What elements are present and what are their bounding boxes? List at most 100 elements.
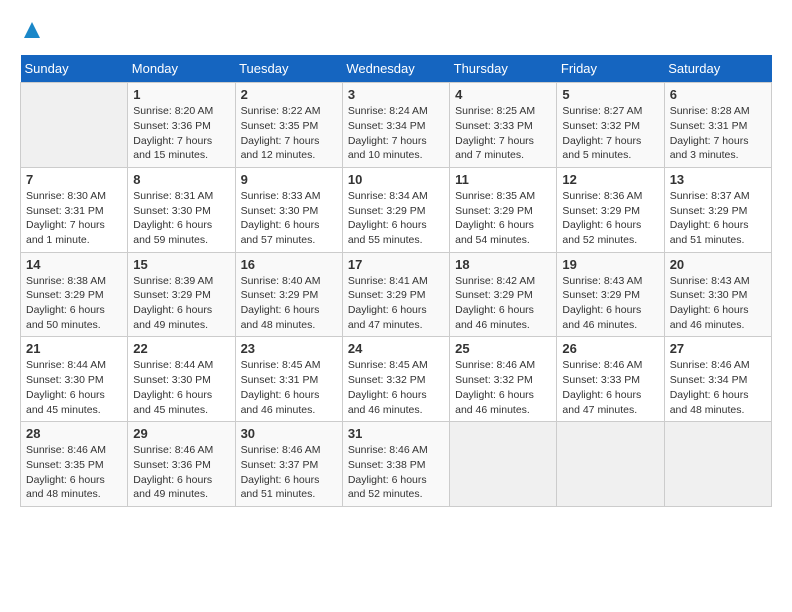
calendar-cell: 8Sunrise: 8:31 AM Sunset: 3:30 PM Daylig…: [128, 167, 235, 252]
calendar-cell: [664, 422, 771, 507]
column-header-sunday: Sunday: [21, 55, 128, 83]
day-number: 21: [26, 341, 122, 356]
calendar-week-4: 21 Sunrise: 8:44 AM Sunset: 3:30 PM Dayli…: [21, 337, 772, 422]
calendar-cell: 15Sunrise: 8:39 AM Sunset: 3:29 PM Dayli…: [128, 252, 235, 337]
calendar-cell: 2Sunrise: 8:22 AM Sunset: 3:35 PM Daylig…: [235, 83, 342, 168]
calendar-cell: 30Sunrise: 8:46 AM Sunset: 3:37 PM Dayli…: [235, 422, 342, 507]
day-info: Sunrise: 8:38 AM Sunset: 3:29 PM Dayligh…: [26, 274, 122, 333]
calendar-cell: 29 Sunrise: 8:46 AM Sunset: 3:36 PM Dayli…: [128, 422, 235, 507]
day-number: 28: [26, 426, 122, 441]
day-info: Sunrise: 8:36 AM Sunset: 3:29 PM Dayligh…: [562, 189, 658, 248]
calendar-cell: 7 Sunrise: 8:30 AM Sunset: 3:31 PM Daylig…: [21, 167, 128, 252]
day-number: 18: [455, 257, 551, 272]
column-header-saturday: Saturday: [664, 55, 771, 83]
calendar-cell: 11 Sunrise: 8:35 AM Sunset: 3:29 PM Dayli…: [450, 167, 557, 252]
day-info: Sunrise: 8:46 AM Sunset: 3:33 PM Dayligh…: [562, 358, 658, 417]
day-info: Sunrise: 8:24 AM Sunset: 3:34 PM Dayligh…: [348, 104, 444, 163]
day-info: Sunrise: 8:22 AM Sunset: 3:35 PM Dayligh…: [241, 104, 337, 163]
day-number: 26: [562, 341, 658, 356]
calendar-cell: 26 Sunrise: 8:46 AM Sunset: 3:33 PM Dayli…: [557, 337, 664, 422]
day-number: 11: [455, 172, 551, 187]
day-info: Sunrise: 8:46 AM Sunset: 3:35 PM Dayligh…: [26, 443, 122, 502]
calendar-cell: 19 Sunrise: 8:43 AM Sunset: 3:29 PM Dayli…: [557, 252, 664, 337]
day-number: 6: [670, 87, 766, 102]
page-header: [20, 20, 772, 45]
logo: [20, 20, 42, 45]
day-number: 20: [670, 257, 766, 272]
day-number: 24: [348, 341, 444, 356]
calendar-cell: 25 Sunrise: 8:46 AM Sunset: 3:32 PM Dayli…: [450, 337, 557, 422]
calendar-cell: 1 Sunrise: 8:20 AM Sunset: 3:36 PM Daylig…: [128, 83, 235, 168]
calendar-cell: 24 Sunrise: 8:45 AM Sunset: 3:32 PM Dayli…: [342, 337, 449, 422]
calendar-cell: 16 Sunrise: 8:40 AM Sunset: 3:29 PM Dayli…: [235, 252, 342, 337]
day-info: Sunrise: 8:40 AM Sunset: 3:29 PM Dayligh…: [241, 274, 337, 333]
day-info: Sunrise: 8:33 AM Sunset: 3:30 PM Dayligh…: [241, 189, 337, 248]
day-number: 17: [348, 257, 444, 272]
calendar-cell: 20 Sunrise: 8:43 AM Sunset: 3:30 PM Dayli…: [664, 252, 771, 337]
day-info: Sunrise: 8:46 AM Sunset: 3:32 PM Dayligh…: [455, 358, 551, 417]
calendar-cell: 31 Sunrise: 8:46 AM Sunset: 3:38 PM Dayli…: [342, 422, 449, 507]
day-number: 13: [670, 172, 766, 187]
calendar-cell: 22 Sunrise: 8:44 AM Sunset: 3:30 PM Dayli…: [128, 337, 235, 422]
day-info: Sunrise: 8:46 AM Sunset: 3:34 PM Dayligh…: [670, 358, 766, 417]
day-number: 8: [133, 172, 229, 187]
column-header-wednesday: Wednesday: [342, 55, 449, 83]
day-number: 1: [133, 87, 229, 102]
day-number: 22: [133, 341, 229, 356]
day-info: Sunrise: 8:42 AM Sunset: 3:29 PM Dayligh…: [455, 274, 551, 333]
calendar-cell: 18 Sunrise: 8:42 AM Sunset: 3:29 PM Dayli…: [450, 252, 557, 337]
day-info: Sunrise: 8:25 AM Sunset: 3:33 PM Dayligh…: [455, 104, 551, 163]
day-info: Sunrise: 8:27 AM Sunset: 3:32 PM Dayligh…: [562, 104, 658, 163]
calendar-cell: [557, 422, 664, 507]
day-number: 5: [562, 87, 658, 102]
calendar-cell: 3 Sunrise: 8:24 AM Sunset: 3:34 PM Daylig…: [342, 83, 449, 168]
day-info: Sunrise: 8:35 AM Sunset: 3:29 PM Dayligh…: [455, 189, 551, 248]
day-info: Sunrise: 8:45 AM Sunset: 3:31 PM Dayligh…: [241, 358, 337, 417]
day-info: Sunrise: 8:28 AM Sunset: 3:31 PM Dayligh…: [670, 104, 766, 163]
day-number: 30: [241, 426, 337, 441]
day-number: 29: [133, 426, 229, 441]
day-number: 16: [241, 257, 337, 272]
day-number: 7: [26, 172, 122, 187]
calendar-cell: [21, 83, 128, 168]
day-info: Sunrise: 8:46 AM Sunset: 3:36 PM Dayligh…: [133, 443, 229, 502]
calendar-cell: 5 Sunrise: 8:27 AM Sunset: 3:32 PM Daylig…: [557, 83, 664, 168]
day-number: 14: [26, 257, 122, 272]
day-info: Sunrise: 8:43 AM Sunset: 3:30 PM Dayligh…: [670, 274, 766, 333]
calendar-cell: [450, 422, 557, 507]
calendar-week-5: 28 Sunrise: 8:46 AM Sunset: 3:35 PM Dayli…: [21, 422, 772, 507]
calendar-week-2: 7 Sunrise: 8:30 AM Sunset: 3:31 PM Daylig…: [21, 167, 772, 252]
calendar-week-3: 14 Sunrise: 8:38 AM Sunset: 3:29 PM Dayli…: [21, 252, 772, 337]
day-info: Sunrise: 8:41 AM Sunset: 3:29 PM Dayligh…: [348, 274, 444, 333]
calendar-cell: 10 Sunrise: 8:34 AM Sunset: 3:29 PM Dayli…: [342, 167, 449, 252]
calendar-cell: 13 Sunrise: 8:37 AM Sunset: 3:29 PM Dayli…: [664, 167, 771, 252]
calendar-cell: 21 Sunrise: 8:44 AM Sunset: 3:30 PM Dayli…: [21, 337, 128, 422]
calendar-cell: 23Sunrise: 8:45 AM Sunset: 3:31 PM Dayli…: [235, 337, 342, 422]
day-info: Sunrise: 8:45 AM Sunset: 3:32 PM Dayligh…: [348, 358, 444, 417]
day-number: 25: [455, 341, 551, 356]
day-info: Sunrise: 8:43 AM Sunset: 3:29 PM Dayligh…: [562, 274, 658, 333]
day-info: Sunrise: 8:44 AM Sunset: 3:30 PM Dayligh…: [26, 358, 122, 417]
column-header-tuesday: Tuesday: [235, 55, 342, 83]
day-info: Sunrise: 8:20 AM Sunset: 3:36 PM Dayligh…: [133, 104, 229, 163]
day-number: 3: [348, 87, 444, 102]
logo-text: [20, 20, 42, 45]
day-number: 27: [670, 341, 766, 356]
calendar-cell: 14 Sunrise: 8:38 AM Sunset: 3:29 PM Dayli…: [21, 252, 128, 337]
day-number: 10: [348, 172, 444, 187]
day-info: Sunrise: 8:44 AM Sunset: 3:30 PM Dayligh…: [133, 358, 229, 417]
day-info: Sunrise: 8:39 AM Sunset: 3:29 PM Dayligh…: [133, 274, 229, 333]
day-info: Sunrise: 8:34 AM Sunset: 3:29 PM Dayligh…: [348, 189, 444, 248]
day-info: Sunrise: 8:37 AM Sunset: 3:29 PM Dayligh…: [670, 189, 766, 248]
day-number: 4: [455, 87, 551, 102]
calendar-cell: 27 Sunrise: 8:46 AM Sunset: 3:34 PM Dayli…: [664, 337, 771, 422]
day-info: Sunrise: 8:46 AM Sunset: 3:38 PM Dayligh…: [348, 443, 444, 502]
calendar-cell: 9 Sunrise: 8:33 AM Sunset: 3:30 PM Daylig…: [235, 167, 342, 252]
calendar-week-1: 1 Sunrise: 8:20 AM Sunset: 3:36 PM Daylig…: [21, 83, 772, 168]
day-number: 31: [348, 426, 444, 441]
day-number: 9: [241, 172, 337, 187]
calendar-cell: 28 Sunrise: 8:46 AM Sunset: 3:35 PM Dayli…: [21, 422, 128, 507]
column-header-monday: Monday: [128, 55, 235, 83]
day-number: 19: [562, 257, 658, 272]
day-info: Sunrise: 8:30 AM Sunset: 3:31 PM Dayligh…: [26, 189, 122, 248]
